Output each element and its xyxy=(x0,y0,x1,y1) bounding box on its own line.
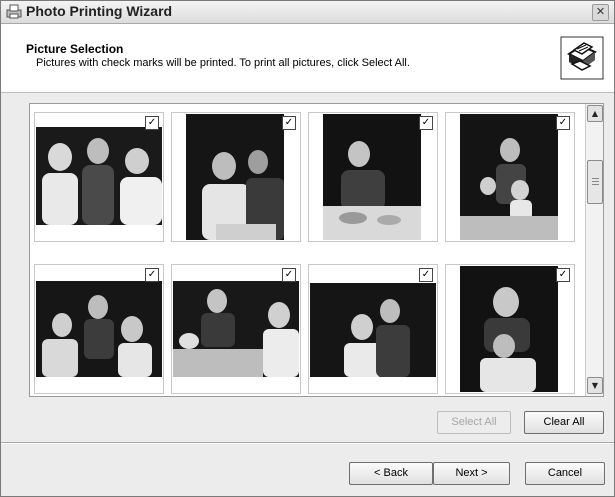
next-button[interactable]: Next > xyxy=(433,462,510,485)
cancel-button[interactable]: Cancel xyxy=(525,462,605,485)
photo-8 xyxy=(460,266,558,392)
vertical-scrollbar[interactable]: ▲ ▼ xyxy=(585,104,603,396)
thumbnail-6-checkbox[interactable]: ✓ xyxy=(282,268,296,282)
footer-divider xyxy=(1,442,614,444)
scroll-up-button[interactable]: ▲ xyxy=(587,105,603,122)
photo-3 xyxy=(323,114,421,240)
thumbnail-2-checkbox[interactable]: ✓ xyxy=(282,116,296,130)
scroll-down-button[interactable]: ▼ xyxy=(587,377,603,394)
chevron-down-icon: ▼ xyxy=(591,381,599,390)
thumbnail-2[interactable]: ✓ xyxy=(171,112,301,242)
title-bar: Photo Printing Wizard ✕ xyxy=(1,1,614,24)
page-title: Picture Selection xyxy=(26,42,124,56)
thumbnail-4-checkbox[interactable]: ✓ xyxy=(556,116,570,130)
thumbnail-8[interactable]: ✓ xyxy=(445,264,575,394)
thumbnail-5-checkbox[interactable]: ✓ xyxy=(145,268,159,282)
thumbnail-3[interactable]: ✓ xyxy=(308,112,438,242)
photo-5 xyxy=(36,281,162,377)
wizard-header: Picture Selection Pictures with check ma… xyxy=(1,24,614,93)
thumbnail-5[interactable]: ✓ xyxy=(34,264,164,394)
thumbnail-1[interactable]: ✓ xyxy=(34,112,164,242)
photo-2 xyxy=(186,114,284,240)
thumbnail-7-checkbox[interactable]: ✓ xyxy=(419,268,433,282)
chevron-up-icon: ▲ xyxy=(591,109,599,118)
thumbnail-3-checkbox[interactable]: ✓ xyxy=(419,116,433,130)
scrollbar-thumb[interactable] xyxy=(587,160,603,204)
clear-all-button[interactable]: Clear All xyxy=(524,411,604,434)
thumbnail-8-checkbox[interactable]: ✓ xyxy=(556,268,570,282)
printer-app-icon xyxy=(6,4,22,19)
thumbnail-1-checkbox[interactable]: ✓ xyxy=(145,116,159,130)
close-button[interactable]: ✕ xyxy=(592,4,609,21)
photo-1 xyxy=(36,127,162,225)
printer-photos-icon xyxy=(560,36,604,80)
window-title: Photo Printing Wizard xyxy=(26,3,173,19)
photo-printing-wizard-window: Photo Printing Wizard ✕ Picture Selectio… xyxy=(0,0,615,497)
thumbnail-6[interactable]: ✓ xyxy=(171,264,301,394)
thumbnail-4[interactable]: ✓ xyxy=(445,112,575,242)
photo-4 xyxy=(460,114,558,240)
close-icon: ✕ xyxy=(595,5,606,18)
thumbnail-list[interactable]: ✓ ✓ ✓ ✓ ✓ ✓ ✓ ✓ ▲ ▼ xyxy=(29,103,604,397)
thumbnail-7[interactable]: ✓ xyxy=(308,264,438,394)
page-subtitle: Pictures with check marks will be printe… xyxy=(36,57,410,69)
back-button[interactable]: < Back xyxy=(349,462,433,485)
select-all-button[interactable]: Select All xyxy=(437,411,511,434)
photo-7 xyxy=(310,283,436,377)
photo-6 xyxy=(173,281,299,377)
